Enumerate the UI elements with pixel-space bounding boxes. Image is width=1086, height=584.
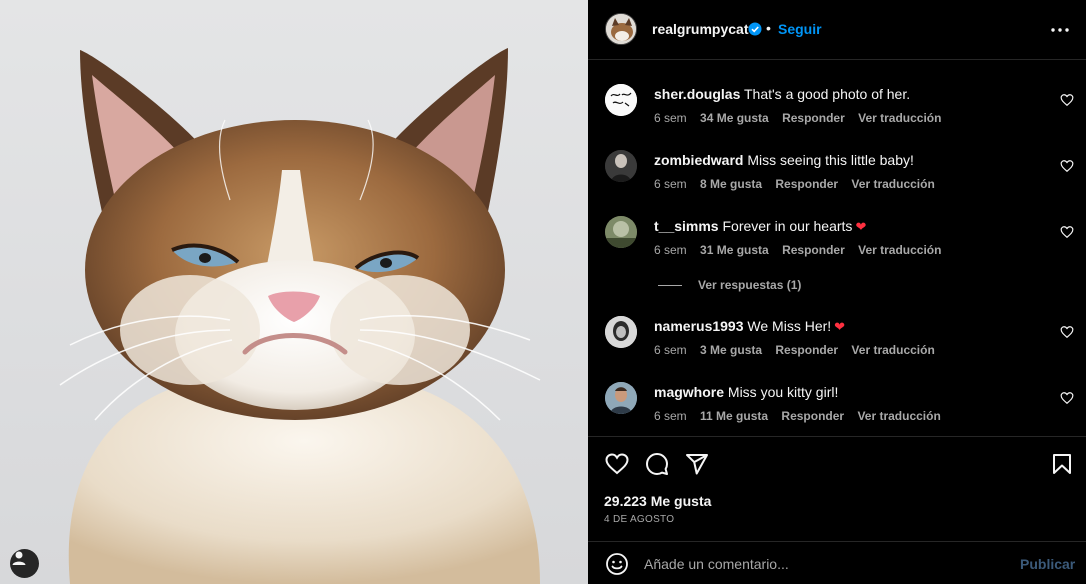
commenter-avatar[interactable]	[605, 316, 637, 348]
comment-meta: 6 sem 11 Me gusta Responder Ver traducci…	[654, 409, 951, 423]
heart-outline-icon[interactable]	[1060, 159, 1074, 173]
comment-body: Miss seeing this little baby!	[747, 152, 914, 168]
comment-text-line: zombiedward Miss seeing this little baby…	[654, 152, 914, 168]
view-replies-label: Ver respuestas (1)	[698, 278, 802, 292]
handwriting-avatar-icon	[605, 84, 637, 116]
comment-item: magwhore Miss you kitty girl! 6 sem 11 M…	[588, 382, 1086, 442]
portrait-avatar-icon	[605, 316, 637, 348]
comment-username[interactable]: sher.douglas	[654, 86, 740, 102]
post-side-panel: realgrumpycat • Seguir sher.douglas That…	[588, 0, 1086, 584]
person-avatar-icon	[605, 150, 637, 182]
author-avatar[interactable]	[605, 13, 637, 45]
post-image[interactable]	[0, 0, 588, 584]
heart-outline-icon[interactable]	[1060, 391, 1074, 405]
comment-body: We Miss Her!	[747, 318, 832, 334]
commenter-avatar[interactable]	[605, 216, 637, 248]
reply-button[interactable]: Responder	[781, 409, 844, 423]
profile-avatar-button[interactable]	[10, 549, 39, 578]
grumpy-cat-illustration	[59, 48, 541, 584]
translate-button[interactable]: Ver traducción	[858, 243, 941, 257]
comment-item: sher.douglas That's a good photo of her.…	[588, 84, 1086, 144]
comment-meta: 6 sem 8 Me gusta Responder Ver traducció…	[654, 177, 945, 191]
emoji-smiley-icon[interactable]	[605, 552, 629, 576]
comment-body: Forever in our hearts	[722, 218, 853, 234]
likes-count[interactable]: 29.223 Me gusta	[604, 493, 711, 509]
comment-time[interactable]: 6 sem	[654, 343, 687, 357]
translate-button[interactable]: Ver traducción	[857, 409, 940, 423]
cat-avatar-icon	[606, 14, 636, 44]
comment-item: zombiedward Miss seeing this little baby…	[588, 150, 1086, 210]
comment-time[interactable]: 6 sem	[654, 409, 687, 423]
comment-likes[interactable]: 31 Me gusta	[700, 243, 769, 257]
person-avatar-icon	[605, 382, 637, 414]
comment-text-line: t__simms Forever in our hearts ❤	[654, 218, 866, 235]
publish-button[interactable]: Publicar	[1020, 556, 1075, 572]
commenter-avatar[interactable]	[605, 84, 637, 116]
comment-item: t__simms Forever in our hearts ❤ 6 sem 31…	[588, 216, 1086, 276]
comment-text-line: sher.douglas That's a good photo of her.	[654, 86, 910, 102]
comment-meta: 6 sem 31 Me gusta Responder Ver traducci…	[654, 243, 951, 257]
share-paper-plane-icon[interactable]	[685, 452, 709, 476]
comment-likes[interactable]: 11 Me gusta	[700, 409, 768, 423]
comment-text-line: namerus1993 We Miss Her! ❤	[654, 318, 845, 335]
red-heart-emoji: ❤	[834, 319, 846, 334]
comment-bubble-icon[interactable]	[645, 452, 669, 476]
save-bookmark-icon[interactable]	[1050, 452, 1074, 476]
comment-meta: 6 sem 34 Me gusta Responder Ver traducci…	[654, 111, 951, 125]
like-heart-icon[interactable]	[605, 452, 629, 476]
comment-username[interactable]: magwhore	[654, 384, 724, 400]
comment-time[interactable]: 6 sem	[654, 177, 687, 191]
comment-likes[interactable]: 3 Me gusta	[700, 343, 762, 357]
view-replies-button[interactable]: Ver respuestas (1)	[658, 278, 801, 292]
comment-username[interactable]: zombiedward	[654, 152, 743, 168]
comment-composer: Publicar	[588, 541, 1086, 584]
comment-likes[interactable]: 8 Me gusta	[700, 177, 762, 191]
separator-dot: •	[766, 20, 771, 36]
translate-button[interactable]: Ver traducción	[858, 111, 941, 125]
comment-time[interactable]: 6 sem	[654, 243, 687, 257]
more-options-icon[interactable]	[1050, 22, 1070, 38]
replies-divider-line	[658, 285, 682, 287]
translate-button[interactable]: Ver traducción	[851, 343, 934, 357]
comment-body: Miss you kitty girl!	[727, 384, 839, 400]
commenter-avatar[interactable]	[605, 150, 637, 182]
author-username[interactable]: realgrumpycat	[652, 21, 748, 37]
follow-button[interactable]: Seguir	[778, 21, 822, 37]
comment-item: namerus1993 We Miss Her! ❤ 6 sem 3 Me gus…	[588, 316, 1086, 376]
heart-outline-icon[interactable]	[1060, 93, 1074, 107]
translate-button[interactable]: Ver traducción	[851, 177, 934, 191]
comment-text-line: magwhore Miss you kitty girl!	[654, 384, 838, 400]
post-date: 4 DE AGOSTO	[604, 514, 675, 525]
heart-outline-icon[interactable]	[1060, 325, 1074, 339]
comment-body: That's a good photo of her.	[744, 86, 911, 102]
comment-username[interactable]: t__simms	[654, 218, 719, 234]
landscape-avatar-icon	[605, 216, 637, 248]
post-actions: 29.223 Me gusta 4 DE AGOSTO	[588, 436, 1086, 536]
comment-username[interactable]: namerus1993	[654, 318, 744, 334]
add-comment-input[interactable]	[644, 554, 1004, 574]
comment-meta: 6 sem 3 Me gusta Responder Ver traducció…	[654, 343, 945, 357]
commenter-avatar[interactable]	[605, 382, 637, 414]
heart-outline-icon[interactable]	[1060, 225, 1074, 239]
comment-likes[interactable]: 34 Me gusta	[700, 111, 769, 125]
reply-button[interactable]: Responder	[775, 343, 838, 357]
verified-badge-icon	[748, 22, 762, 36]
user-icon	[12, 551, 26, 565]
reply-button[interactable]: Responder	[782, 243, 845, 257]
red-heart-emoji: ❤	[855, 219, 867, 234]
reply-button[interactable]: Responder	[775, 177, 838, 191]
comment-time[interactable]: 6 sem	[654, 111, 687, 125]
post-header: realgrumpycat • Seguir	[588, 0, 1086, 60]
reply-button[interactable]: Responder	[782, 111, 845, 125]
